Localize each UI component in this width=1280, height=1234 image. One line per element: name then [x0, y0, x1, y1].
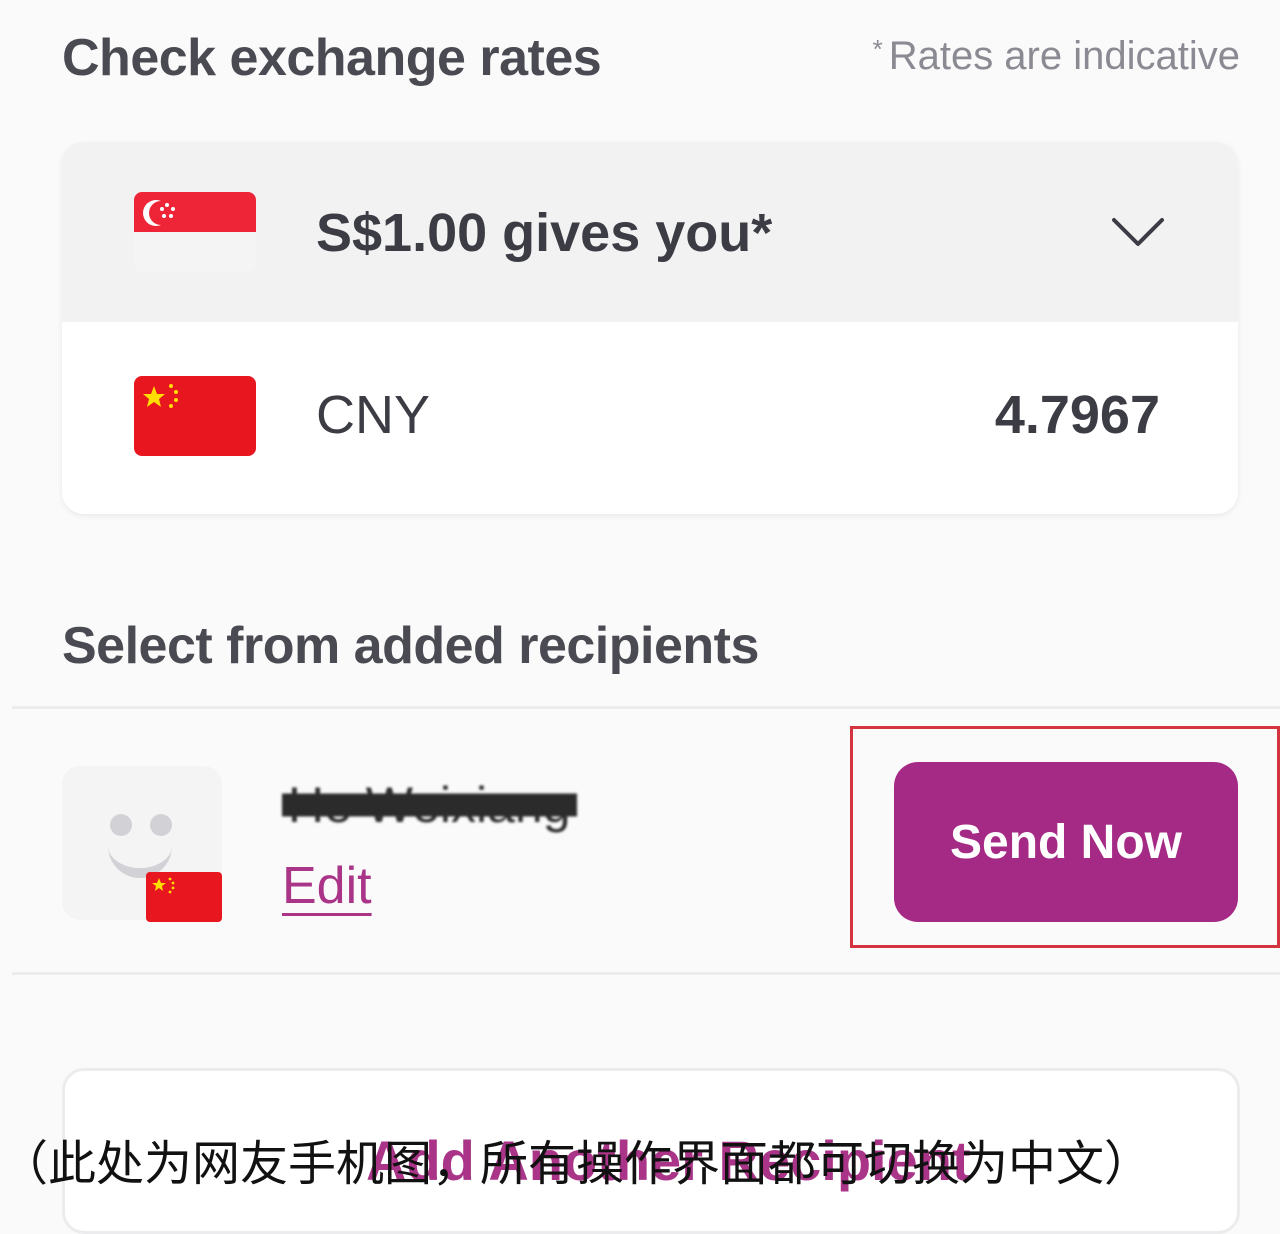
divider	[12, 972, 1280, 975]
china-flag-icon	[146, 872, 222, 922]
note-text: Rates are indicative	[888, 34, 1240, 78]
recipient-name: He Weixiang	[282, 776, 577, 834]
target-currency-code: CNY	[316, 385, 431, 445]
exchange-rate-card: S$1.00 gives you* CNY 4.7967	[62, 142, 1238, 514]
source-amount-label: S$1.00 gives you*	[316, 203, 773, 263]
rates-indicative-note: * Rates are indicative	[873, 34, 1240, 79]
send-now-button[interactable]: Send Now	[894, 762, 1238, 922]
divider	[12, 706, 1280, 709]
target-currency-row: CNY 4.7967	[62, 322, 1238, 514]
rates-title: Check exchange rates	[62, 29, 602, 87]
image-caption: （此处为网友手机图，所有操作界面都可切换为中文）	[0, 1136, 1153, 1192]
edit-recipient-link[interactable]: Edit	[282, 856, 372, 916]
chevron-down-icon[interactable]	[1110, 214, 1166, 250]
recipients-title: Select from added recipients	[62, 617, 759, 675]
target-exchange-rate: 4.7967	[994, 385, 1160, 445]
source-currency-selector[interactable]: S$1.00 gives you*	[62, 142, 1238, 322]
note-asterisk: *	[872, 34, 883, 64]
singapore-flag-icon	[134, 192, 256, 272]
china-flag-icon	[134, 376, 256, 456]
